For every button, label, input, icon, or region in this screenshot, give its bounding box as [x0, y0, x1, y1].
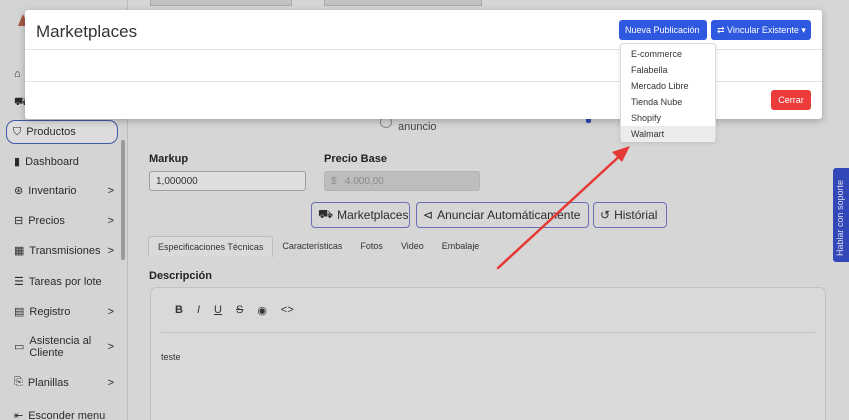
dropdown-item-tienda-nube[interactable]: Tienda Nube — [621, 94, 715, 110]
top-field-stub — [324, 0, 482, 6]
megaphone-icon: ⊲ — [423, 208, 434, 222]
support-tab[interactable]: Hablar con soporte — [833, 168, 849, 262]
markup-label: Markup — [149, 153, 189, 165]
list-icon: ☰ — [14, 276, 24, 288]
dropdown-item-falabella[interactable]: Falabella — [621, 62, 715, 78]
tab-embalaje[interactable]: Embalaje — [433, 236, 489, 257]
editor-content[interactable]: teste — [161, 352, 181, 362]
sidebar-item-label: Productos — [26, 126, 76, 138]
marketplaces-button[interactable]: ⛟ Marketplaces — [311, 202, 410, 228]
top-field-stub — [150, 0, 292, 6]
sidebar-item-productos[interactable]: ⛉ Productos — [6, 120, 118, 144]
sidebar-item-label: Inventario — [28, 184, 77, 197]
sidebar-item-label: Dashboard — [25, 155, 79, 168]
currency-symbol: $ — [331, 176, 337, 187]
precio-base-input: $ 4.000,00 — [324, 171, 480, 191]
chat-icon: ▭ — [14, 341, 25, 353]
chevron-right-icon: > — [107, 341, 114, 353]
calendar-icon: ▦ — [14, 245, 25, 257]
description-editor[interactable]: B I U S ◉ <> teste — [150, 287, 826, 420]
tab-caracteristicas[interactable]: Características — [273, 236, 351, 257]
tab-especificaciones[interactable]: Especificaciones Técnicas — [148, 236, 274, 257]
vincular-existente-button[interactable]: ⇄ Vincular Existente ▾ — [711, 20, 811, 40]
description-label: Descripción — [149, 270, 212, 282]
chevron-right-icon: > — [107, 214, 114, 227]
precio-base-value: 4.000,00 — [344, 176, 384, 187]
anuncio-label: anuncio — [398, 121, 437, 133]
button-label: Marketplaces — [337, 208, 409, 222]
tab-video[interactable]: Video — [392, 236, 433, 257]
history-icon: ↺ — [600, 208, 611, 222]
editor-divider — [161, 332, 815, 333]
button-label: Anunciar Automáticamente — [437, 208, 581, 222]
sidebar-item-transmisiones[interactable]: ▦ Transmisiones > — [14, 244, 114, 258]
collapse-icon: ⇤ — [14, 410, 24, 420]
sheet-icon: ⎘ — [14, 376, 23, 388]
bold-icon[interactable]: B — [175, 304, 183, 317]
tab-bar: Especificaciones Técnicas Característica… — [148, 236, 488, 257]
strikethrough-icon[interactable]: S — [236, 304, 243, 317]
sidebar-item-label: Tareas por lote — [28, 275, 102, 288]
sidebar-item-registro[interactable]: ▤ Registro > — [14, 305, 114, 319]
tag-icon: ⛉ — [13, 125, 22, 138]
modal-title: Marketplaces — [36, 22, 138, 41]
underline-icon[interactable]: U — [214, 304, 222, 317]
sidebar-item-asistencia[interactable]: ▭ Asistencia al Cliente > — [14, 335, 114, 359]
editor-toolbar: B I U S ◉ <> — [175, 304, 294, 317]
markup-input[interactable]: 1,000000 — [149, 171, 306, 191]
chevron-right-icon: > — [107, 305, 114, 318]
dropdown-item-mercado-libre[interactable]: Mercado Libre — [621, 78, 715, 94]
historial-button[interactable]: ↺ Histórial — [593, 202, 667, 228]
sidebar-scrollbar[interactable] — [121, 140, 125, 260]
anunciar-button[interactable]: ⊲ Anunciar Automáticamente — [416, 202, 589, 228]
cart-icon: ⛟ — [318, 207, 334, 221]
nueva-publicacion-dropdown: E-commerce Falabella Mercado Libre Tiend… — [620, 43, 716, 142]
sidebar-item-tareas[interactable]: ☰ Tareas por lote — [14, 275, 114, 289]
eye-icon[interactable]: ◉ — [257, 304, 267, 317]
italic-icon[interactable]: I — [197, 304, 200, 317]
price-tag-icon: ⊟ — [14, 215, 24, 227]
dropdown-item-ecommerce[interactable]: E-commerce — [621, 46, 715, 62]
clipboard-icon: ▤ — [14, 306, 25, 318]
support-tab-label: Hablar con soporte — [835, 179, 845, 256]
tab-fotos[interactable]: Fotos — [351, 236, 392, 257]
chevron-right-icon: > — [107, 184, 114, 197]
sidebar-item-label: Precios — [28, 214, 65, 227]
sidebar-item-inventario[interactable]: ⊛ Inventario > — [14, 184, 114, 198]
chevron-right-icon: > — [107, 244, 114, 257]
box-icon: ⊛ — [14, 185, 24, 197]
dropdown-item-walmart[interactable]: Walmart — [621, 126, 715, 142]
button-label: Histórial — [614, 208, 658, 222]
chevron-right-icon: > — [107, 376, 114, 389]
sidebar-item-label: Registro — [29, 305, 71, 318]
precio-base-label: Precio Base — [324, 153, 387, 165]
nueva-publicacion-button[interactable]: Nueva Publicación — [619, 20, 707, 40]
cerrar-button[interactable]: Cerrar — [771, 90, 811, 110]
sidebar-item-esconder-menu[interactable]: ⇤ Esconder menu — [14, 409, 114, 420]
sidebar-item-label: Esconder menu — [28, 409, 106, 420]
sidebar-item-precios[interactable]: ⊟ Precios > — [14, 214, 114, 228]
sidebar-item-label: Asistencia al Cliente — [29, 335, 92, 359]
sidebar-item-dashboard[interactable]: ▮ Dashboard — [14, 155, 114, 169]
sidebar-item-label: Planillas — [27, 376, 69, 389]
sidebar-item-label: Transmisiones — [29, 244, 101, 257]
dropdown-item-shopify[interactable]: Shopify — [621, 110, 715, 126]
code-icon[interactable]: <> — [281, 304, 294, 317]
bar-chart-icon: ▮ — [14, 156, 21, 168]
sidebar-item-planillas[interactable]: ⎘ Planillas > — [14, 376, 114, 389]
